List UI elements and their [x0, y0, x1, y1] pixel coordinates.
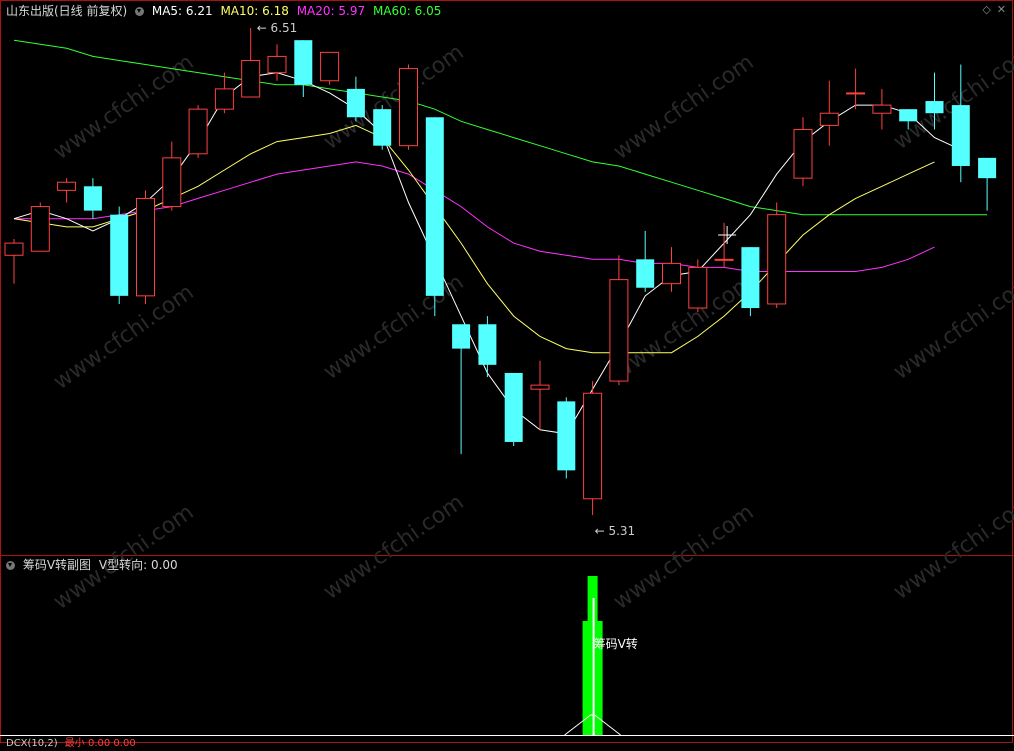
watermark-text: www.cfchi.com [49, 280, 198, 395]
candle-body-up [241, 59, 261, 98]
chart-frame [0, 0, 1013, 743]
candle-body-down [83, 186, 102, 211]
candle-body-down [425, 117, 444, 296]
dropdown-icon[interactable] [135, 7, 145, 16]
candle-body-up [609, 279, 629, 382]
candle-body-up [399, 68, 418, 147]
candle-body-up [30, 206, 50, 252]
ma5-legend: MA5: 6.21 [151, 4, 213, 18]
ma10-legend: MA10: 6.18 [220, 4, 289, 18]
candle-body-up [136, 197, 155, 297]
candle-body-up [846, 92, 866, 95]
candle-body-down [978, 157, 997, 179]
candle-body-up [793, 128, 813, 179]
watermark-text: www.cfchi.com [319, 40, 468, 155]
candle-body-up [872, 104, 892, 114]
candle-body-up [530, 384, 550, 390]
top-right-icons: ◇ ✕ [976, 3, 1006, 16]
candle-body-up [214, 88, 234, 110]
watermark-text: www.cfchi.com [319, 270, 468, 385]
sub-title: 筹码V转副图 [22, 558, 92, 572]
candle-body-up [4, 242, 24, 256]
close-icon[interactable]: ✕ [997, 3, 1006, 16]
candle-body-up [819, 112, 839, 126]
candle-body-down [478, 324, 497, 365]
ma60-legend: MA60: 6.05 [372, 4, 442, 18]
candle-body-down [925, 101, 944, 114]
high-price-label: ← 6.51 [257, 21, 298, 35]
candle-body-down [346, 88, 365, 118]
candle-body-up [267, 55, 287, 74]
watermark-text: www.cfchi.com [609, 500, 758, 615]
candle-body-up [714, 258, 734, 261]
candle-body-up [662, 262, 681, 285]
ma20-legend: MA20: 5.97 [296, 4, 366, 18]
candle-body-down [557, 401, 576, 471]
signal-label: 筹码V转 [594, 636, 638, 651]
candle-body-down [373, 109, 392, 146]
candle-body-down [294, 40, 313, 85]
bottom-indicator-header: DCX(10,2) 最小 0.00 0.00 [6, 737, 140, 751]
watermark-text: www.cfchi.com [889, 270, 1014, 385]
sub-indicator: V型转向: 0.00 [98, 558, 178, 572]
chart-canvas: www.cfchi.com www.cfchi.com www.cfchi.com w… [0, 0, 1014, 743]
sub-chart-header: 筹码V转副图 V型转向: 0.00 [6, 558, 182, 572]
candle-body-up [162, 157, 182, 208]
candle-body-down [452, 324, 471, 349]
sub-dropdown-icon[interactable] [6, 561, 15, 570]
candle-body-down [504, 372, 523, 442]
candle-body-up [57, 181, 77, 191]
diamond-icon[interactable]: ◇ [982, 3, 990, 16]
candle-body-down [951, 105, 970, 166]
stock-title: 山东出版(日线 前复权) [6, 4, 128, 18]
candle-body-up [320, 51, 340, 82]
candle-body-up [188, 108, 208, 155]
watermark-text: www.cfchi.com [319, 490, 468, 605]
candle-body-up [583, 392, 603, 500]
ma5-line [13, 72, 962, 435]
candle-body-up [688, 266, 708, 309]
watermark-text: www.cfchi.com [609, 270, 758, 385]
watermark-text: www.cfchi.com [609, 50, 758, 165]
candle-body-down [899, 109, 918, 122]
candle-body-down [110, 214, 129, 296]
watermark-text: www.cfchi.com [889, 40, 1014, 155]
main-chart-header: 山东出版(日线 前复权) MA5: 6.21 MA10: 6.18 MA20: … [6, 4, 445, 18]
watermark-text: www.cfchi.com [889, 490, 1014, 605]
watermark-text: www.cfchi.com [49, 50, 198, 165]
candle-body-down [636, 259, 655, 288]
candle-body-down [741, 247, 760, 309]
candle-body-up [767, 214, 787, 305]
low-price-label: ← 5.31 [595, 524, 636, 538]
